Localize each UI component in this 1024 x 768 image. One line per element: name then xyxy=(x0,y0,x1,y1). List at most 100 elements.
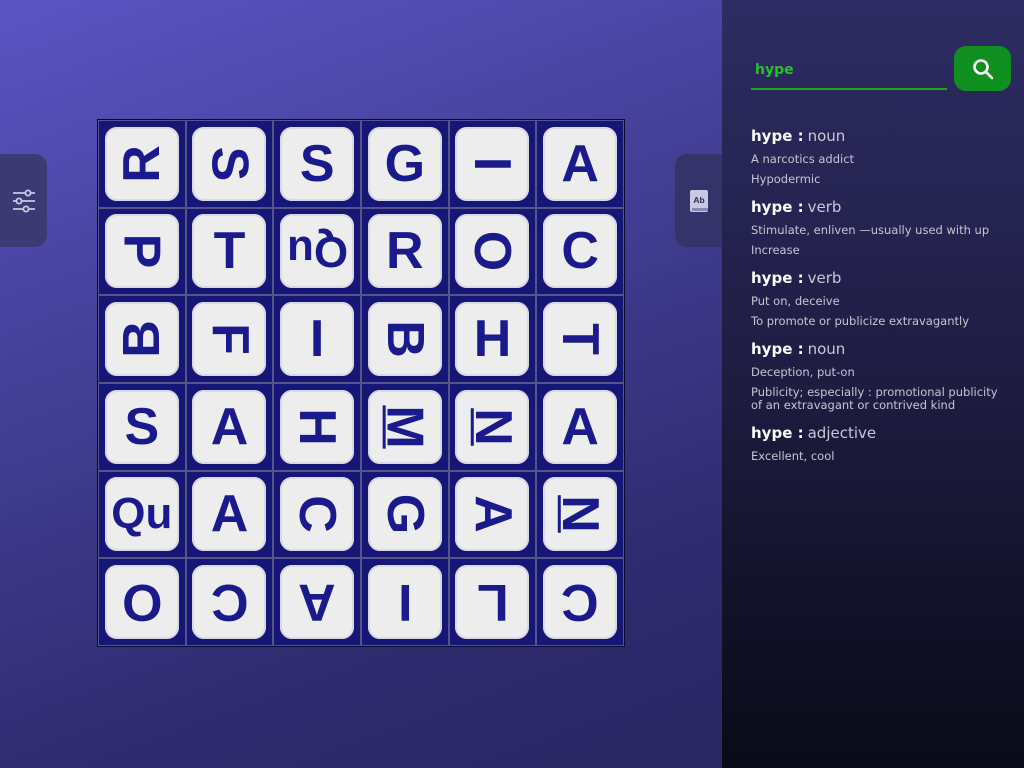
die-letter: A xyxy=(463,495,522,534)
definition-entry: hype : noun Deception, put-on Publicity; es… xyxy=(751,340,1011,412)
letter-die[interactable]: O xyxy=(455,214,530,289)
die-letter: O xyxy=(121,573,163,632)
heading-separator: : xyxy=(792,269,804,287)
board-cell: T xyxy=(185,207,274,296)
letter-die[interactable]: I xyxy=(455,126,530,201)
board-cell: H xyxy=(448,295,537,383)
board-cell: T xyxy=(536,295,624,383)
die-letter: A xyxy=(561,397,599,456)
definition-meaning: Hypodermic xyxy=(751,172,821,186)
die-letter: O xyxy=(463,231,522,272)
board-cell: G xyxy=(360,120,449,208)
board-cell: A xyxy=(536,120,624,208)
board-cell: M xyxy=(360,382,449,471)
definition-heading: hype : noun xyxy=(751,127,1011,145)
die-letter: N xyxy=(463,408,522,446)
board-cell: B xyxy=(98,295,186,383)
die-letter: C xyxy=(561,222,599,281)
letter-die[interactable]: C xyxy=(543,565,618,640)
definition-meaning: Increase xyxy=(751,243,800,257)
letter-die[interactable]: Qu xyxy=(280,214,355,289)
definition-entry: hype : adjective Excellent, cool xyxy=(751,424,1011,463)
letter-die[interactable]: A xyxy=(192,477,267,552)
letter-die[interactable]: C xyxy=(280,477,355,552)
board-cell: I xyxy=(360,558,449,646)
die-letter: A xyxy=(561,134,599,193)
search-button[interactable] xyxy=(954,46,1011,91)
headword: hype xyxy=(751,269,793,287)
die-letter: C xyxy=(561,573,599,632)
part-of-speech: adjective xyxy=(807,424,877,442)
board-cell: F xyxy=(185,295,274,383)
die-letter: R xyxy=(386,222,424,281)
board-cell: A xyxy=(273,558,361,646)
die-letter: I xyxy=(309,310,325,369)
definition-entry: hype : noun A narcotics addict Hypodermic xyxy=(751,127,1011,186)
definitions-list: hype : noun A narcotics addict Hypodermic hy… xyxy=(751,127,1011,475)
part-of-speech: noun xyxy=(807,340,846,358)
letter-die[interactable]: M xyxy=(367,389,442,464)
letter-die[interactable]: F xyxy=(192,302,267,377)
board-cell: R xyxy=(98,120,186,208)
letter-die[interactable]: H xyxy=(280,389,355,464)
heading-separator: : xyxy=(792,198,804,216)
letter-die[interactable]: S xyxy=(192,126,267,201)
letter-die[interactable]: O xyxy=(104,565,179,640)
die-letter: A xyxy=(210,397,249,456)
letter-die[interactable]: C xyxy=(543,214,618,289)
letter-die[interactable]: A xyxy=(543,389,618,464)
definition-entry: hype : verb Put on, deceive To promote or p… xyxy=(751,269,1011,328)
board-cell: S xyxy=(273,120,361,208)
die-letter: F xyxy=(200,323,259,356)
board-cell: P xyxy=(98,207,186,296)
letter-die[interactable]: H xyxy=(455,302,530,377)
letter-die[interactable]: A xyxy=(192,389,267,464)
board-cell: S xyxy=(98,382,186,471)
search-input[interactable] xyxy=(751,52,947,90)
die-letter: H xyxy=(473,310,512,369)
sliders-icon xyxy=(12,189,35,212)
board-cell: Qu xyxy=(273,207,361,296)
dictionary-book-icon: Ab xyxy=(689,189,708,212)
board-cell: Qu xyxy=(98,470,186,559)
letter-die[interactable]: A xyxy=(543,126,618,201)
die-letter: H xyxy=(288,408,347,446)
letter-die[interactable]: R xyxy=(104,126,179,201)
letter-die[interactable]: S xyxy=(104,389,179,464)
letter-die[interactable]: G xyxy=(367,126,442,201)
heading-separator: : xyxy=(792,127,804,145)
die-letter: C xyxy=(288,495,347,534)
letter-die[interactable]: B xyxy=(367,302,442,377)
letter-die[interactable]: I xyxy=(280,302,355,377)
board-cell: A xyxy=(536,382,624,471)
die-letter: N xyxy=(551,495,610,534)
letter-die[interactable]: T xyxy=(543,302,618,377)
svg-text:Ab: Ab xyxy=(693,195,704,205)
letter-die[interactable]: A xyxy=(455,477,530,552)
letter-die[interactable]: Qu xyxy=(104,477,179,552)
settings-tab[interactable] xyxy=(0,154,47,247)
die-letter: A xyxy=(210,485,249,544)
board-cell: I xyxy=(273,295,361,383)
board-cell: N xyxy=(536,470,624,559)
board-cell: S xyxy=(185,120,274,208)
letter-die[interactable]: R xyxy=(367,214,442,289)
board-cell: A xyxy=(185,382,274,471)
letter-die[interactable]: B xyxy=(104,302,179,377)
letter-die[interactable]: S xyxy=(280,126,355,201)
letter-die[interactable]: L xyxy=(455,565,530,640)
die-letter: I xyxy=(397,573,413,632)
part-of-speech: verb xyxy=(807,198,842,216)
letter-die[interactable]: C xyxy=(192,565,267,640)
board-cell: R xyxy=(360,207,449,296)
letter-die[interactable]: P xyxy=(104,214,179,289)
letter-die[interactable]: N xyxy=(543,477,618,552)
letter-die[interactable]: N xyxy=(455,389,530,464)
letter-die[interactable]: G xyxy=(367,477,442,552)
letter-die[interactable]: I xyxy=(367,565,442,640)
board-cell: C xyxy=(536,207,624,296)
dictionary-tab[interactable]: Ab xyxy=(675,154,722,247)
letter-die[interactable]: A xyxy=(280,565,355,640)
die-letter: C xyxy=(210,573,249,632)
letter-die[interactable]: T xyxy=(192,214,267,289)
